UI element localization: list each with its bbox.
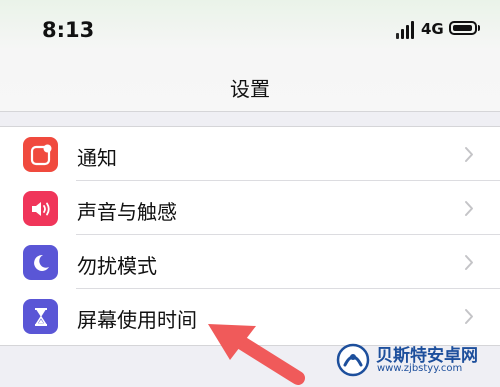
header-divider: [0, 111, 500, 112]
cellular-signal-icon: [396, 21, 416, 39]
annotation-arrow-icon: [208, 324, 305, 385]
settings-item-label: 勿扰模式: [77, 254, 157, 278]
watermark: 贝斯特安卓网 www.zjbstyy.com: [336, 338, 496, 382]
settings-group: 通知 声音与触感 勿扰模式 屏幕使用时间: [0, 126, 500, 346]
page-title: 设置: [230, 77, 270, 101]
settings-item-sounds[interactable]: 声音与触感: [0, 181, 500, 235]
settings-item-label: 通知: [77, 146, 117, 170]
sound-icon: [23, 191, 58, 226]
settings-item-label: 屏幕使用时间: [77, 308, 197, 332]
settings-item-label: 声音与触感: [77, 200, 177, 224]
status-time: 8:13: [42, 18, 95, 42]
battery-icon: [449, 21, 477, 35]
watermark-logo-icon: [336, 343, 370, 377]
settings-item-notifications[interactable]: 通知: [0, 127, 500, 181]
notifications-icon: [23, 137, 58, 172]
moon-icon: [23, 245, 58, 280]
watermark-url: www.zjbstyy.com: [377, 363, 463, 374]
chevron-right-icon: [465, 201, 473, 216]
settings-item-do-not-disturb[interactable]: 勿扰模式: [0, 235, 500, 289]
chevron-right-icon: [465, 147, 473, 162]
hourglass-icon: [23, 299, 58, 334]
chevron-right-icon: [465, 255, 473, 270]
network-type: 4G: [421, 20, 444, 38]
chevron-right-icon: [465, 309, 473, 324]
